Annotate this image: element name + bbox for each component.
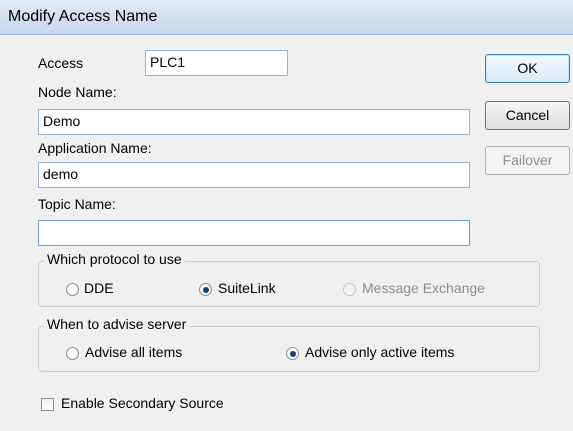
advise-active-radio[interactable] [286,347,299,360]
message-exchange-radio-label[interactable]: Message Exchange [362,280,485,296]
title-bar[interactable]: Modify Access Name [0,0,573,35]
topic-name-label: Topic Name: [38,196,116,212]
topic-name-field[interactable] [38,220,470,246]
application-name-label: Application Name: [38,140,152,156]
modify-access-name-dialog: Modify Access Name Access PLC1 Node Name… [0,0,573,431]
advise-group-legend: When to advise server [44,316,190,332]
failover-button[interactable]: Failover [485,146,570,175]
node-name-field[interactable]: Demo [38,109,470,135]
enable-secondary-source-checkbox[interactable] [41,398,54,411]
dde-radio[interactable] [66,283,79,296]
suitelink-radio[interactable] [199,283,212,296]
cancel-button[interactable]: Cancel [485,101,570,130]
ok-button[interactable]: OK [485,54,570,83]
message-exchange-radio[interactable] [343,283,356,296]
access-label: Access [38,55,84,71]
advise-all-radio-label[interactable]: Advise all items [85,344,182,360]
advise-active-radio-label[interactable]: Advise only active items [305,344,454,360]
application-name-field[interactable]: demo [38,162,470,188]
node-name-label: Node Name: [38,84,117,100]
dde-radio-label[interactable]: DDE [84,280,114,296]
access-field[interactable]: PLC1 [145,50,288,76]
window-title: Modify Access Name [8,8,158,25]
protocol-group-legend: Which protocol to use [44,251,185,267]
suitelink-radio-label[interactable]: SuiteLink [218,280,276,296]
advise-all-radio[interactable] [66,347,79,360]
enable-secondary-source-label[interactable]: Enable Secondary Source [61,395,224,411]
